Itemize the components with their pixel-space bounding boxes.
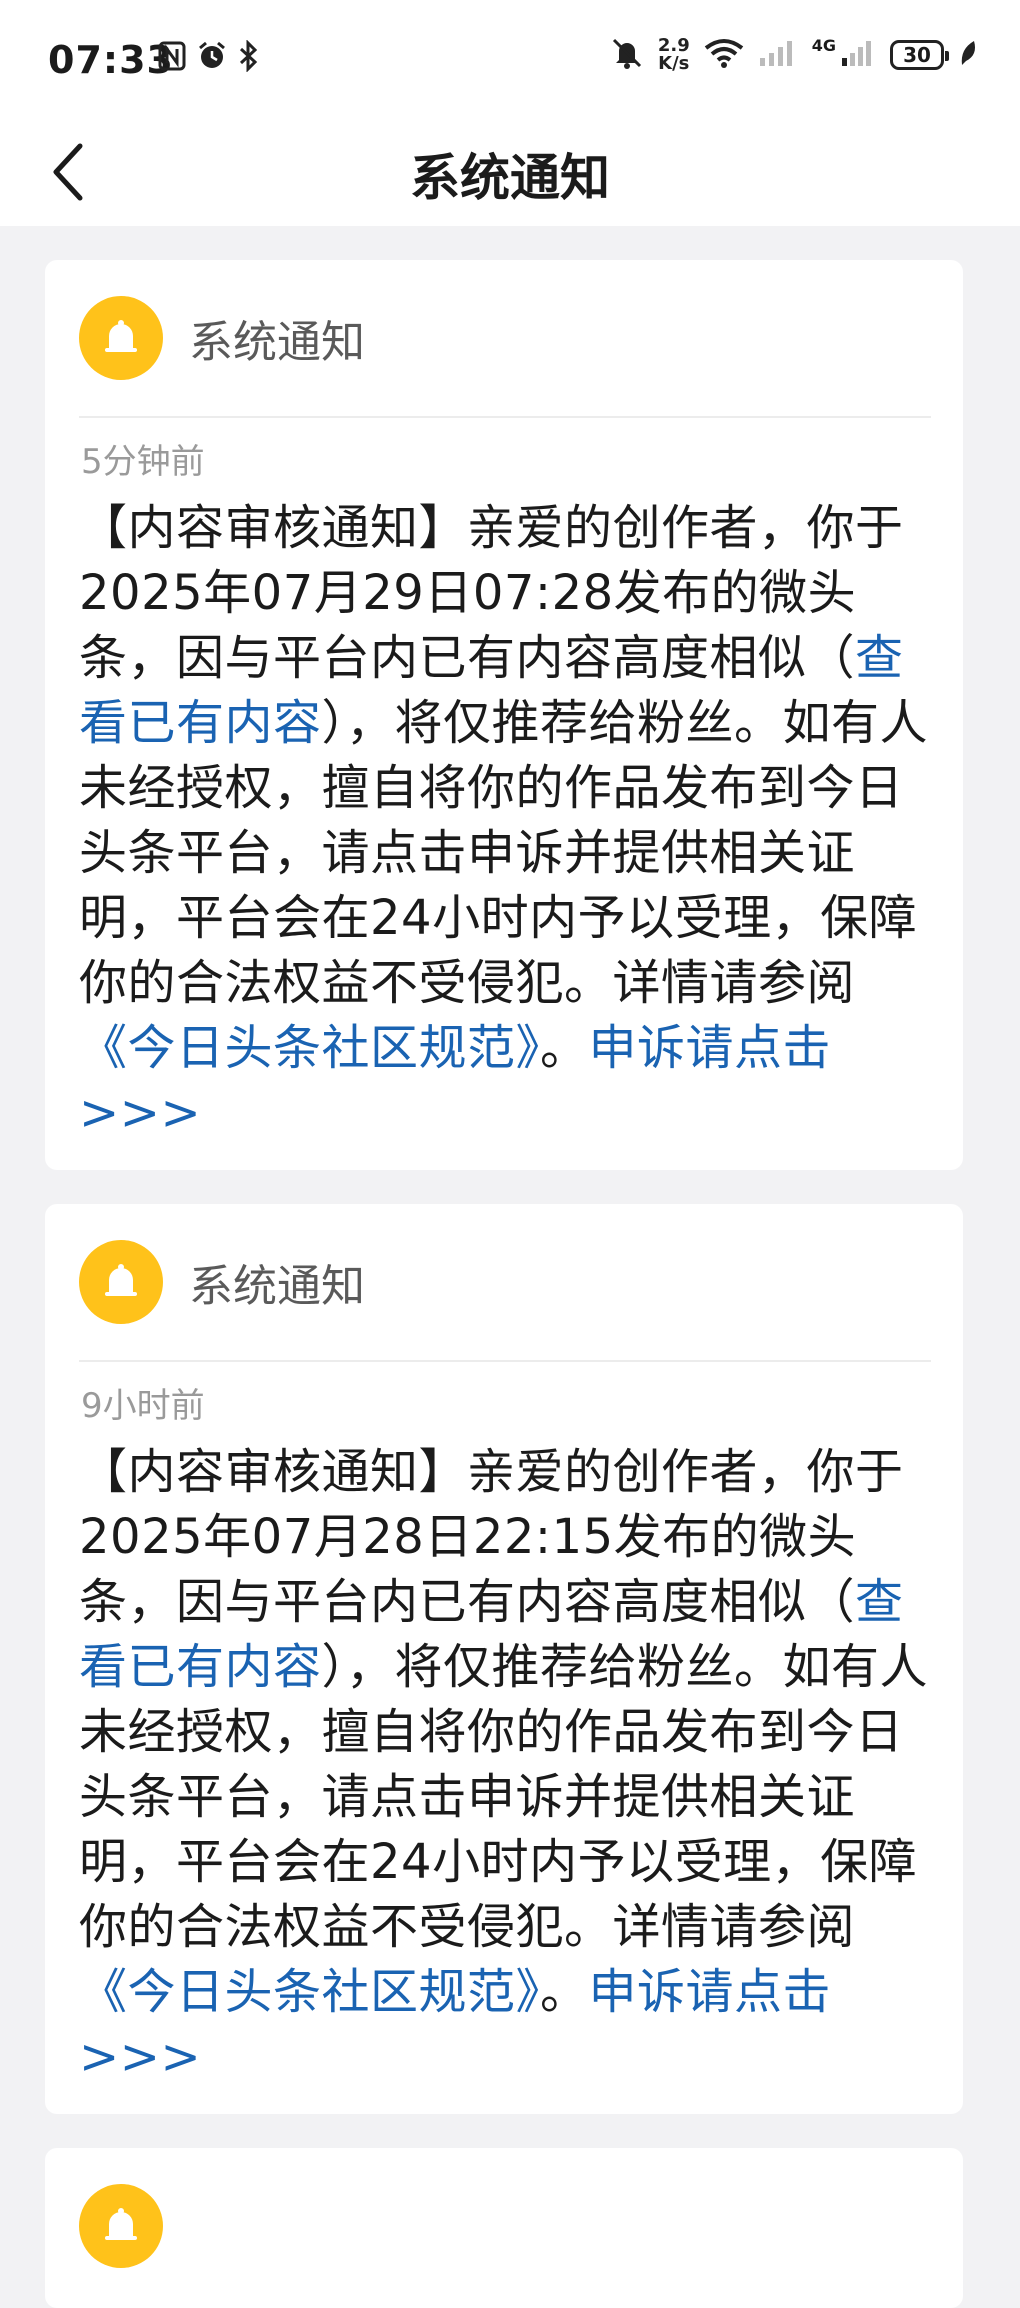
card-header: 系统通知 (79, 1240, 365, 1324)
message-text: 。 (540, 1020, 589, 1076)
status-right: 2.9 K/s 4G 30 (610, 36, 978, 74)
message-text: 【内容审核通知】亲爱的创作者，你于2025年07月29日07:28发布的微头条，… (79, 500, 904, 686)
bell-icon (79, 2184, 163, 2268)
network-speed: 2.9 K/s (658, 37, 690, 73)
wifi-icon (704, 38, 744, 72)
status-left-icons (158, 39, 260, 76)
signal-icon (840, 38, 876, 72)
notification-sender: 系统通知 (189, 317, 365, 368)
community-rules-link[interactable]: 《今日头条社区规范》 (79, 1964, 540, 2020)
bluetooth-icon (238, 39, 260, 76)
page-title: 系统通知 (410, 149, 610, 207)
nfc-icon (158, 41, 186, 75)
status-bar: 07:33 2.9 K/s 4G 30 (0, 0, 1020, 118)
mute-icon (610, 36, 644, 74)
status-time: 07:33 (48, 38, 174, 82)
notification-time: 5分钟前 (81, 442, 205, 482)
notification-card[interactable]: 系统通知 9小时前 【内容审核通知】亲爱的创作者，你于2025年07月28日22… (45, 1204, 963, 2114)
notification-sender: 系统通知 (189, 1261, 365, 1312)
message-text: 。 (540, 1964, 589, 2020)
message-text: 【内容审核通知】亲爱的创作者，你于2025年07月28日22:15发布的微头条，… (79, 1444, 904, 1630)
divider (79, 416, 931, 418)
notification-card[interactable] (45, 2148, 963, 2308)
bell-icon (79, 1240, 163, 1324)
card-header (79, 2184, 163, 2268)
divider (79, 1360, 931, 1362)
speed-unit: K/s (658, 53, 690, 74)
card-header: 系统通知 (79, 296, 365, 380)
leaf-icon (958, 39, 978, 71)
notification-time: 9小时前 (81, 1386, 205, 1426)
network-type: 4G (811, 35, 836, 55)
notification-card[interactable]: 系统通知 5分钟前 【内容审核通知】亲爱的创作者，你于2025年07月29日07… (45, 260, 963, 1170)
notification-message: 【内容审核通知】亲爱的创作者，你于2025年07月28日22:15发布的微头条，… (79, 1440, 931, 2090)
notification-message: 【内容审核通知】亲爱的创作者，你于2025年07月29日07:28发布的微头条，… (79, 496, 931, 1146)
community-rules-link[interactable]: 《今日头条社区规范》 (79, 1020, 540, 1076)
alarm-icon (196, 40, 228, 76)
signal-icon (758, 38, 798, 72)
bell-icon (79, 296, 163, 380)
battery-indicator: 30 (890, 40, 949, 70)
nav-bar: 系统通知 (0, 118, 1020, 226)
